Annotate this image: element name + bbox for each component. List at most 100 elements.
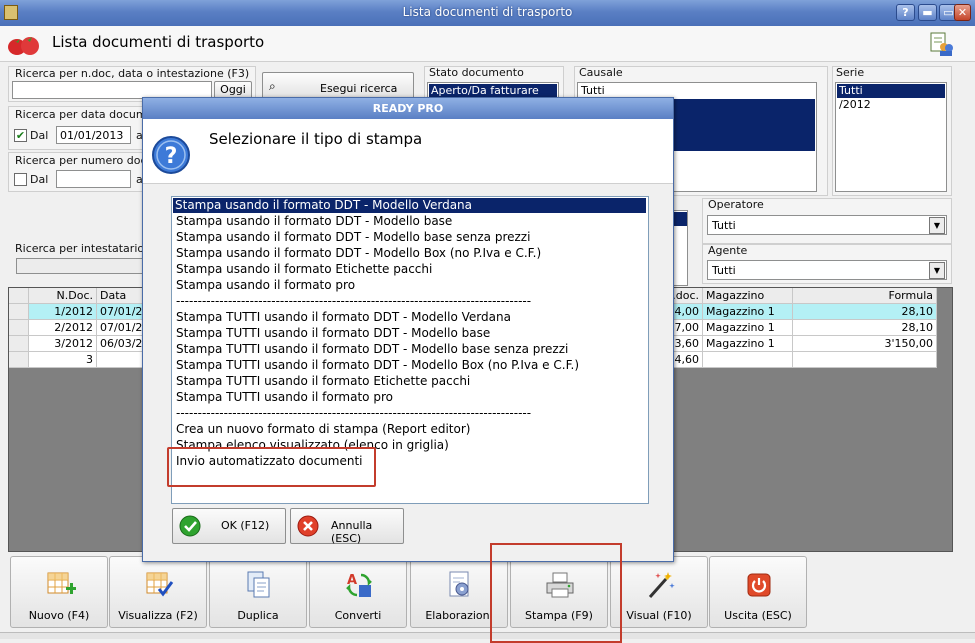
total-row-count: 3: [29, 352, 97, 368]
stato-selected[interactable]: Aperto/Da fatturare: [429, 84, 557, 98]
list-item[interactable]: Stampa usando il formato DDT - Modello b…: [174, 230, 532, 245]
list-item[interactable]: Stampa usando il formato DDT - Modello V…: [173, 198, 646, 213]
duplica-button[interactable]: Duplica: [209, 556, 307, 628]
execute-search-button[interactable]: ⌕ Esegui ricerca: [262, 72, 414, 100]
table-row-formula[interactable]: 28,10: [793, 304, 937, 320]
list-item[interactable]: Stampa usando il formato pro: [174, 278, 357, 293]
list-item[interactable]: Stampa TUTTI usando il formato pro: [174, 390, 395, 405]
operatore-value: Tutti: [712, 219, 736, 232]
list-item[interactable]: Stampa usando il formato Etichette pacch…: [174, 262, 434, 277]
power-exit-icon: [747, 573, 771, 597]
table-row-formula[interactable]: 28,10: [793, 320, 937, 336]
nuovo-label: Nuovo (F4): [28, 609, 90, 622]
cancel-label: Annulla (ESC): [331, 519, 373, 545]
highlight-frame-invio: [167, 447, 376, 487]
magic-wand-icon: [648, 572, 675, 598]
chevron-down-icon[interactable]: ▼: [929, 262, 945, 279]
cancel-button[interactable]: Annulla (ESC): [290, 508, 404, 545]
agente-value: Tutti: [712, 264, 736, 277]
nuovo-button[interactable]: Nuovo (F4): [10, 556, 108, 628]
date-dal-input[interactable]: 01/01/2013: [56, 126, 131, 144]
view-grid-icon: [146, 572, 174, 597]
table-row-ndoc[interactable]: 3/2012: [29, 336, 97, 352]
causale-selected[interactable]: Tutti: [579, 84, 815, 98]
table-row-mag[interactable]: Magazzino 1: [703, 336, 793, 352]
visualizza-button[interactable]: Visualizza (F2): [109, 556, 207, 628]
table-row-formula[interactable]: 3'150,00: [793, 336, 937, 352]
minimize-button[interactable]: ▬: [918, 4, 937, 21]
list-separator[interactable]: ----------------------------------------…: [174, 406, 533, 421]
table-row-ndoc[interactable]: 1/2012: [29, 304, 97, 320]
col-formula[interactable]: Formula: [793, 288, 937, 304]
chevron-down-icon[interactable]: ▼: [929, 217, 945, 234]
list-item[interactable]: Crea un nuovo formato di stampa (Report …: [174, 422, 472, 437]
duplica-label: Duplica: [237, 609, 279, 622]
total-row-mag: [703, 352, 793, 368]
serie-item-2012[interactable]: /2012: [837, 98, 945, 112]
strawberry-icon: [8, 37, 39, 55]
list-item[interactable]: Stampa TUTTI usando il formato DDT - Mod…: [174, 310, 513, 325]
dialog-heading: Selezionare il tipo di stampa: [209, 130, 423, 148]
number-dal-checkbox[interactable]: [14, 173, 27, 186]
row-marker: [9, 320, 29, 336]
visualizza-label: Visualizza (F2): [118, 609, 198, 622]
duplicate-icon: [247, 571, 270, 598]
users-list-icon[interactable]: [928, 31, 954, 57]
list-item[interactable]: Stampa TUTTI usando il formato DDT - Mod…: [174, 326, 492, 341]
converti-button[interactable]: A Converti: [309, 556, 407, 628]
col-ndoc[interactable]: N.Doc.: [29, 288, 97, 304]
serie-item-tutti[interactable]: Tutti: [837, 84, 945, 98]
processing-gear-icon: [449, 571, 469, 597]
convert-icon: A: [346, 573, 372, 597]
date-dal-label: Dal: [30, 129, 49, 142]
serie-listbox[interactable]: Tutti /2012: [835, 82, 947, 192]
search-label: Ricerca per n.doc, data o intestazione (…: [15, 67, 250, 80]
list-item[interactable]: Stampa usando il formato DDT - Modello b…: [174, 214, 454, 229]
agente-label: Agente: [708, 244, 748, 257]
title-bar: Lista documenti di trasporto: [0, 0, 975, 26]
operatore-select[interactable]: Tutti ▼: [707, 215, 947, 235]
help-window-button[interactable]: ?: [896, 4, 915, 21]
table-row-ndoc[interactable]: 2/2012: [29, 320, 97, 336]
new-grid-icon: [47, 572, 76, 594]
operatore-label: Operatore: [708, 198, 764, 211]
uscita-label: Uscita (ESC): [724, 609, 792, 622]
number-dal-input[interactable]: [56, 170, 131, 188]
list-item[interactable]: Stampa TUTTI usando il formato DDT - Mod…: [174, 358, 581, 373]
binoculars-icon: ⌕: [269, 79, 276, 93]
row-marker: [9, 352, 29, 368]
serie-label: Serie: [836, 66, 865, 79]
row-marker: [9, 304, 29, 320]
highlight-frame-stampa: [490, 543, 622, 643]
number-dal-label: Dal: [30, 173, 49, 186]
aux-selection: [674, 212, 687, 226]
page-header: Lista documenti di trasporto: [0, 26, 975, 62]
list-item[interactable]: Stampa TUTTI usando il formato Etichette…: [174, 374, 472, 389]
table-row-mag[interactable]: Magazzino 1: [703, 320, 793, 336]
total-row-formula: [793, 352, 937, 368]
app-icon[interactable]: [4, 5, 18, 20]
visual-label: Visual (F10): [626, 609, 692, 622]
causale-label: Causale: [579, 66, 623, 79]
ok-button[interactable]: OK (F12): [172, 508, 286, 544]
list-item[interactable]: Stampa TUTTI usando il formato DDT - Mod…: [174, 342, 570, 357]
ok-label: OK (F12): [221, 519, 270, 532]
list-separator[interactable]: ----------------------------------------…: [174, 294, 533, 309]
cancel-x-icon: [297, 515, 319, 537]
dialog-title: READY PRO: [143, 98, 673, 119]
grid-corner: [9, 288, 29, 304]
svg-text:?: ?: [165, 144, 178, 169]
table-row-mag[interactable]: Magazzino 1: [703, 304, 793, 320]
visual-button[interactable]: Visual (F10): [610, 556, 708, 628]
list-item[interactable]: Stampa usando il formato DDT - Modello B…: [174, 246, 543, 261]
uscita-button[interactable]: Uscita (ESC): [709, 556, 807, 628]
holder-search-label: Ricerca per intestatario: [15, 242, 145, 255]
converti-label: Converti: [334, 609, 382, 622]
question-icon: ?: [152, 136, 190, 174]
aux-listbox[interactable]: [672, 210, 688, 286]
agente-select[interactable]: Tutti ▼: [707, 260, 947, 280]
holder-input[interactable]: [16, 258, 144, 274]
date-dal-checkbox[interactable]: ✔: [14, 129, 27, 142]
col-magazzino[interactable]: Magazzino: [703, 288, 793, 304]
close-window-button[interactable]: ✕: [954, 4, 971, 21]
